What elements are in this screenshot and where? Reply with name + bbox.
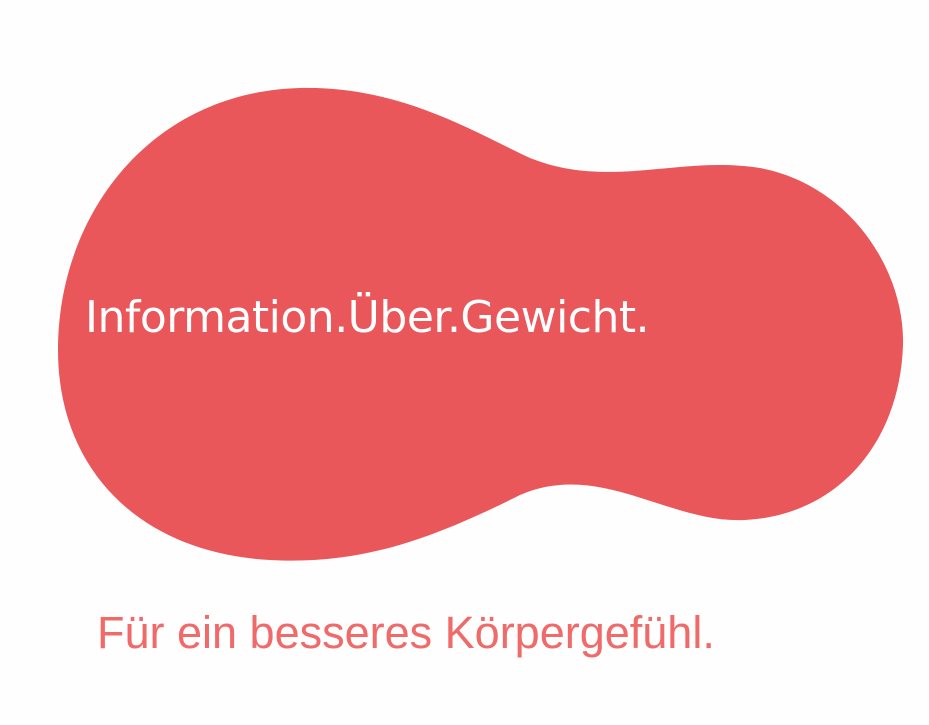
logo-tagline: Für ein besseres Körpergefühl. bbox=[97, 607, 715, 658]
logo-canvas: Information.Über.Gewicht. Für ein besser… bbox=[0, 0, 929, 725]
logo-headline: Information.Über.Gewicht. bbox=[85, 292, 650, 343]
